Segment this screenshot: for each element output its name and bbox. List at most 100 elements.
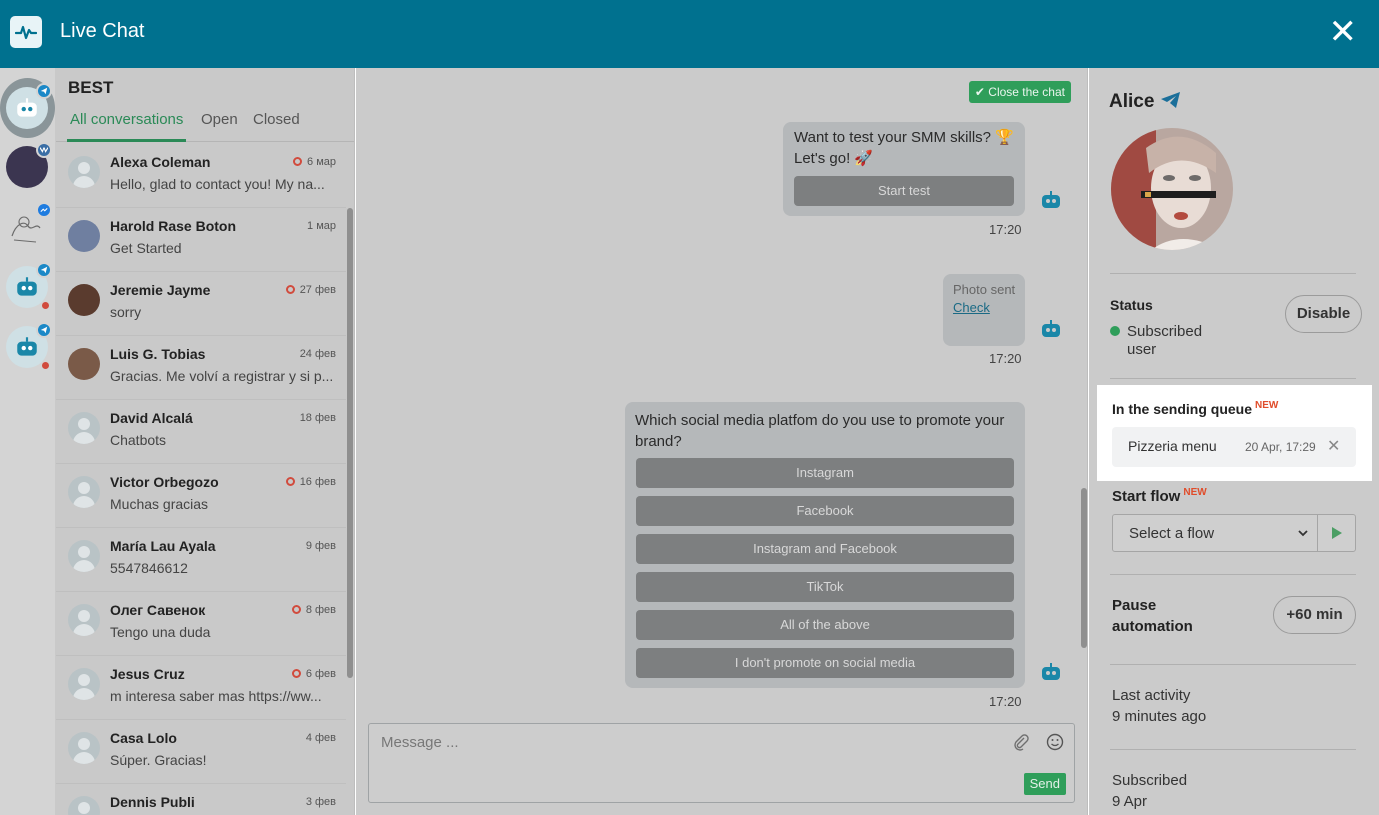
divider bbox=[1110, 574, 1356, 575]
paperclip-icon[interactable] bbox=[1012, 733, 1030, 751]
conversation-row[interactable]: Jesus Cruz 6 фев m interesa saber mas http… bbox=[56, 656, 346, 720]
message-input[interactable]: Message ... bbox=[381, 734, 459, 751]
start-flow-button[interactable] bbox=[1317, 514, 1356, 552]
avatar bbox=[68, 540, 100, 572]
conversation-date: 27 фев bbox=[285, 284, 336, 296]
channel-telegram-bot-active[interactable] bbox=[6, 83, 52, 129]
new-badge: NEW bbox=[1255, 400, 1279, 411]
conversation-row[interactable]: Alexa Coleman 6 мар Hello, glad to contact… bbox=[56, 144, 346, 208]
check-icon: ✔ bbox=[974, 85, 985, 99]
conversation-date-text: 6 мар bbox=[307, 156, 336, 168]
conversation-list-scrollbar[interactable] bbox=[347, 208, 353, 678]
telegram-badge-icon bbox=[36, 262, 52, 278]
channel-telegram-bot-3[interactable] bbox=[6, 322, 52, 370]
conversation-last-message: Hello, glad to contact you! My na... bbox=[110, 176, 325, 192]
conversation-row[interactable]: Олег Савенок 8 фев Tengo una duda bbox=[56, 592, 346, 656]
close-chat-button[interactable]: ✔ Close the chat bbox=[968, 81, 1071, 103]
avatar bbox=[68, 476, 100, 508]
conversation-date: 24 фев bbox=[300, 348, 336, 360]
avatar bbox=[68, 284, 100, 316]
option-instagram-button[interactable]: Instagram bbox=[636, 458, 1014, 488]
conversation-row[interactable]: María Lau Ayala 9 фев 5547846612 bbox=[56, 528, 346, 592]
contact-avatar bbox=[1111, 128, 1233, 250]
conversation-row[interactable]: Victor Orbegozo 16 фев Muchas gracias bbox=[56, 464, 346, 528]
app-header: Live Chat ✕ bbox=[0, 0, 1379, 68]
telegram-badge-icon bbox=[36, 83, 52, 99]
option-none-button[interactable]: I don't promote on social media bbox=[636, 648, 1014, 678]
disable-button[interactable]: Disable bbox=[1285, 295, 1362, 333]
telegram-icon bbox=[1160, 92, 1180, 108]
flow-select-value: Select a flow bbox=[1129, 525, 1215, 542]
conversation-last-message: Muchas gracias bbox=[110, 496, 209, 512]
open-status-icon bbox=[293, 157, 303, 166]
avatar bbox=[68, 796, 100, 815]
avatar bbox=[68, 732, 100, 764]
open-status-icon bbox=[285, 477, 295, 486]
pause-60-min-button[interactable]: +60 min bbox=[1273, 596, 1356, 634]
conversation-date: 6 мар bbox=[293, 156, 336, 168]
conversation-date: 6 фев bbox=[291, 668, 336, 680]
conversation-row[interactable]: Harold Rase Boton 1 мар Get Started bbox=[56, 208, 346, 272]
conversation-tabs: All conversations Open Closed bbox=[56, 108, 354, 142]
channel-telegram-bot-2[interactable] bbox=[6, 262, 52, 310]
conversation-last-message: Tengo una duda bbox=[110, 624, 211, 640]
conversation-row[interactable]: Dennis Publi 3 фев bbox=[56, 784, 346, 815]
conversation-row[interactable]: Luis G. Tobias 24 фев Gracias. Me volví a … bbox=[56, 336, 346, 400]
conversation-name: Олег Савенок bbox=[110, 602, 206, 618]
conversation-last-message: 5547846612 bbox=[110, 560, 188, 576]
conversation-name: Alexa Coleman bbox=[110, 154, 211, 170]
option-facebook-button[interactable]: Facebook bbox=[636, 496, 1014, 526]
contact-name-row: Alice bbox=[1109, 91, 1182, 113]
message-bubble-social-poll: Which social media platfom do you use to… bbox=[625, 402, 1025, 688]
conversation-date: 4 фев bbox=[306, 732, 336, 744]
option-all-button[interactable]: All of the above bbox=[636, 610, 1014, 640]
flow-select[interactable]: Select a flow bbox=[1112, 514, 1318, 552]
bot-icon bbox=[1042, 191, 1060, 208]
send-button[interactable]: Send bbox=[1023, 773, 1066, 795]
remove-queue-item-icon[interactable]: ✕ bbox=[1327, 436, 1340, 456]
avatar bbox=[68, 348, 100, 380]
sending-queue-title: In the sending queue NEW bbox=[1112, 400, 1278, 417]
last-activity-value: 9 minutes ago bbox=[1112, 708, 1207, 725]
queue-item[interactable]: Pizzeria menu 20 Apr, 17:29 ✕ bbox=[1112, 427, 1356, 467]
active-tab-underline bbox=[67, 139, 186, 142]
project-name: BEST bbox=[68, 78, 114, 97]
photo-check-link[interactable]: Check bbox=[953, 300, 990, 315]
start-test-button[interactable]: Start test bbox=[794, 176, 1014, 206]
tab-all-conversations[interactable]: All conversations bbox=[70, 111, 183, 128]
channel-messenger-page[interactable] bbox=[6, 202, 52, 248]
conversation-list-panel: BEST All conversations Open Closed Alexa… bbox=[56, 68, 355, 815]
tab-open[interactable]: Open bbox=[201, 111, 238, 128]
conversation-date-text: 3 фев bbox=[305, 796, 336, 808]
emoji-icon[interactable] bbox=[1046, 733, 1064, 751]
channel-vk-group[interactable] bbox=[6, 142, 52, 188]
unread-dot bbox=[41, 361, 50, 370]
open-status-icon bbox=[285, 285, 295, 294]
option-tiktok-button[interactable]: TikTok bbox=[636, 572, 1014, 602]
start-flow-label: Start flow NEW bbox=[1112, 487, 1207, 505]
close-icon[interactable]: ✕ bbox=[1329, 14, 1358, 50]
play-icon bbox=[1331, 527, 1342, 539]
sending-queue-section: In the sending queue NEW Pizzeria menu 20… bbox=[1097, 385, 1372, 481]
message-line: Let's go! 🚀 bbox=[794, 150, 874, 167]
message-time: 17:20 bbox=[989, 351, 1022, 366]
conversation-name: María Lau Ayala bbox=[110, 538, 216, 554]
message-bubble-photo: Photo sent Check bbox=[943, 274, 1025, 346]
tab-closed[interactable]: Closed bbox=[253, 111, 300, 128]
chat-area: ✔ Close the chat Want to test your SMM s… bbox=[356, 68, 1088, 815]
last-activity-label: Last activity bbox=[1112, 687, 1191, 704]
conversation-date: 3 фев bbox=[306, 796, 336, 808]
bot-icon bbox=[1042, 663, 1060, 680]
message-composer[interactable]: Message ... Send bbox=[368, 723, 1075, 803]
conversation-row[interactable]: Casa Lolo 4 фев Súper. Gracias! bbox=[56, 720, 346, 784]
divider bbox=[1110, 378, 1356, 379]
chat-scrollbar[interactable] bbox=[1081, 488, 1087, 648]
conversation-row[interactable]: David Alcalá 18 фев Chatbots bbox=[56, 400, 346, 464]
option-instagram-facebook-button[interactable]: Instagram and Facebook bbox=[636, 534, 1014, 564]
conversation-last-message: sorry bbox=[110, 304, 142, 320]
conversation-date-text: 1 мар bbox=[307, 220, 336, 232]
avatar bbox=[68, 156, 100, 188]
queue-item-date: 20 Apr, 17:29 bbox=[1245, 440, 1316, 454]
conversation-date-text: 27 фев bbox=[299, 284, 336, 296]
conversation-row[interactable]: Jeremie Jayme 27 фев sorry bbox=[56, 272, 346, 336]
